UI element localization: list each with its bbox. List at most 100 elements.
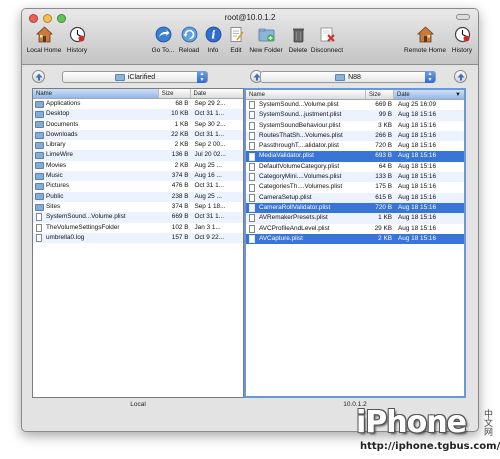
file-icon — [249, 152, 255, 161]
left-col-size[interactable]: Size — [159, 89, 191, 98]
table-row[interactable]: Downloads 22 KB Oct 31 1... — [33, 129, 243, 141]
table-row[interactable]: umbrella0.log 157 B Oct 9 22... — [33, 232, 243, 244]
table-row[interactable]: TheVolumeSettingsFolder 102 B Jan 3 1... — [33, 223, 243, 233]
local-file-list[interactable]: Name Size Date Applications 68 B Sep 29 2.… — [32, 88, 244, 398]
row-size-cell: 669 B — [375, 101, 392, 108]
table-row[interactable]: AVCapture.plist 2 KB Aug 18 15:16 — [246, 233, 464, 245]
row-date-cell: Aug 18 15:16 — [398, 121, 437, 129]
row-size-cell: 2 KB — [174, 141, 189, 149]
sort-descending-icon: ▼ — [455, 92, 461, 98]
remote-file-list[interactable]: Name Size Date ▼ SystemSound...Volume.pl… — [244, 88, 466, 398]
row-name-cell: SystemSound...justment.plist — [246, 110, 366, 120]
row-date-cell: Aug 18 15:16 — [398, 234, 437, 242]
row-name-text: TheVolumeSettingsFolder — [46, 223, 120, 231]
row-name-text: SystemSoundBehaviour.plist — [259, 121, 341, 129]
row-size-cell: 29 KB — [374, 224, 392, 232]
row-name-cell: Pictures — [33, 181, 159, 191]
left-col-date[interactable]: Date — [191, 89, 244, 98]
table-row[interactable]: Desktop 10 KB Oct 31 1... — [33, 109, 243, 120]
table-row[interactable]: Pictures 476 B Oct 31 1... — [33, 181, 243, 191]
table-row[interactable]: PassthroughT....alidator.plist 720 B Aug 1… — [246, 141, 464, 151]
left-path-popup[interactable]: iClarified ▲ ▼ — [62, 71, 208, 83]
right-col-size[interactable]: Size — [366, 90, 394, 99]
watermark-url: http://iphone.tgbus.com/ — [360, 441, 500, 452]
row-date-cell: Jan 3 1... — [194, 223, 221, 231]
table-row[interactable]: Documents 1 KB Sep 30 2... — [33, 120, 243, 130]
table-row[interactable]: AVCProfileAndLevel.plist 29 KB Aug 18 15:1… — [246, 224, 464, 234]
disconnect-button[interactable]: Disconnect — [307, 26, 347, 54]
row-size-cell: 1 KB — [378, 214, 392, 222]
table-row[interactable]: Sites 374 B Sep 1 18... — [33, 202, 243, 212]
up-arrow-icon — [35, 73, 42, 80]
history-right-button[interactable]: History — [442, 26, 478, 54]
row-date-cell: Aug 18 15:16 — [398, 193, 437, 201]
row-name-text: Sites — [46, 202, 61, 210]
row-name-cell: CategoriesTh....Volumes.plist — [246, 182, 366, 192]
history-left-button[interactable]: History — [57, 26, 97, 54]
row-name-text: Documents — [46, 120, 79, 128]
file-icon — [249, 193, 255, 202]
table-row[interactable]: MediaValidator.plist 693 B Aug 18 15:16 — [246, 151, 464, 162]
table-row[interactable]: SystemSound...Volume.plist 669 B Oct 31 1.… — [33, 212, 243, 223]
row-name-cell: LimeWire — [33, 150, 159, 160]
table-row[interactable]: SystemSoundBehaviour.plist 3 KB Aug 18 15:… — [246, 121, 464, 131]
left-column-header: Name Size Date — [33, 89, 243, 99]
remote-home-button[interactable]: Remote Home — [404, 26, 446, 54]
right-path-popup[interactable]: N88 ▲ ▼ — [260, 71, 436, 83]
table-row[interactable]: LimeWire 136 B Jul 20 02... — [33, 150, 243, 161]
row-name-cell: PassthroughT....alidator.plist — [246, 141, 366, 151]
row-size-cell: 133 B — [375, 173, 392, 181]
table-row[interactable]: Public 238 B Aug 25 ... — [33, 191, 243, 202]
file-icon — [249, 214, 255, 223]
table-row[interactable]: Applications 68 B Sep 29 2... — [33, 99, 243, 109]
row-date-cell: Aug 18 15:16 — [398, 214, 437, 222]
row-date-cell: Aug 18 15:16 — [398, 183, 437, 191]
table-row[interactable]: CameraSetup.plist 615 B Aug 18 15:16 — [246, 192, 464, 203]
row-size-cell: 175 B — [375, 183, 392, 191]
row-name-cell: AVCapture.plist — [246, 234, 366, 244]
table-row[interactable]: RoutesThatSh...Volumes.plist 266 B Aug 18 … — [246, 130, 464, 142]
left-col-name[interactable]: Name — [33, 89, 159, 98]
folder-icon — [35, 110, 44, 118]
row-size-cell: 68 B — [175, 100, 189, 107]
row-date-cell: Aug 18 15:16 — [398, 162, 437, 170]
row-date-cell: Oct 9 22... — [194, 233, 224, 241]
right-col-name[interactable]: Name — [246, 90, 366, 99]
toolbar-toggle-button[interactable] — [456, 14, 470, 20]
row-name-cell: Movies — [33, 161, 159, 171]
right-up-button[interactable] — [454, 70, 467, 83]
table-row[interactable]: SystemSound...justment.plist 99 B Aug 18 1… — [246, 110, 464, 121]
row-name-text: Music — [46, 172, 63, 180]
row-name-cell: Downloads — [33, 130, 159, 140]
table-row[interactable]: DefaultVolumeCategory.plist 64 B Aug 18 15… — [246, 162, 464, 172]
row-name-text: Library — [46, 141, 66, 149]
row-name-cell: CameraSetup.plist — [246, 193, 366, 203]
row-date-cell: Sep 2 00... — [194, 141, 226, 149]
popup-arrows-icon: ▲ ▼ — [197, 71, 207, 83]
table-row[interactable]: SystemSound...Volume.plist 669 B Aug 25 16… — [246, 100, 464, 110]
row-name-text: DefaultVolumeCategory.plist — [259, 162, 340, 170]
table-row[interactable]: Library 2 KB Sep 2 00... — [33, 140, 243, 150]
folder-icon — [35, 131, 44, 139]
table-row[interactable]: CategoriesTh....Volumes.plist 175 B Aug 18… — [246, 182, 464, 192]
row-date-cell: Sep 29 2... — [194, 100, 226, 107]
row-size-cell: 266 B — [375, 131, 392, 139]
table-row[interactable]: CameraRollValidator.plist 720 B Aug 18 15:… — [246, 202, 464, 214]
table-row[interactable]: AVRemakerPresets.plist 1 KB Aug 18 15:16 — [246, 213, 464, 224]
table-row[interactable]: Movies 2 KB Aug 25 ... — [33, 161, 243, 171]
row-size-cell: 3 KB — [378, 121, 392, 129]
file-icon — [249, 132, 255, 141]
table-row[interactable]: CategoryMini....Volumes.plist 133 B Aug 18… — [246, 172, 464, 183]
row-name-cell: SystemSound...Volume.plist — [246, 100, 366, 110]
folder-icon — [35, 121, 44, 129]
row-name-cell: TheVolumeSettingsFolder — [33, 223, 159, 233]
right-col-date[interactable]: Date ▼ — [394, 90, 464, 99]
file-icon — [249, 224, 255, 233]
table-row[interactable]: Music 374 B Aug 16 ... — [33, 171, 243, 182]
row-date-cell: Aug 18 15:16 — [398, 142, 437, 150]
left-up-button[interactable] — [32, 70, 45, 83]
folder-icon — [35, 172, 44, 180]
row-date-cell: Oct 31 1... — [194, 110, 224, 118]
row-name-cell: AVRemakerPresets.plist — [246, 213, 366, 223]
row-name-cell: RoutesThatSh...Volumes.plist — [246, 131, 366, 141]
